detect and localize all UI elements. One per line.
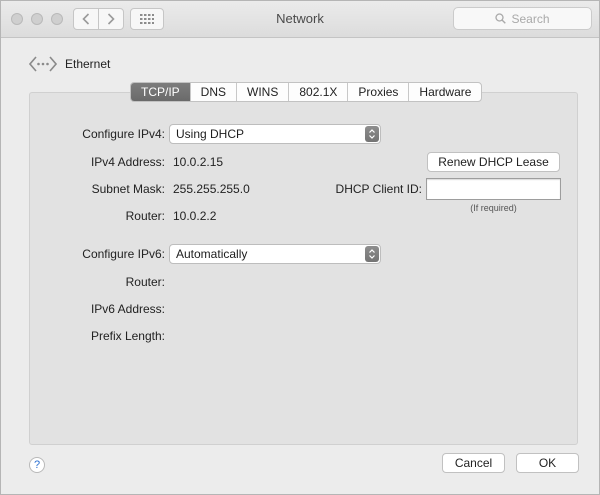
updown-arrows-icon bbox=[365, 126, 379, 142]
dhcp-client-id-field[interactable] bbox=[426, 178, 561, 200]
tab-tcpip[interactable]: TCP/IP bbox=[131, 83, 191, 101]
updown-arrows-icon bbox=[365, 246, 379, 262]
subnet-mask-label: Subnet Mask: bbox=[91, 182, 165, 196]
tab-hardware[interactable]: Hardware bbox=[409, 83, 481, 101]
tcpip-panel bbox=[29, 92, 578, 445]
tab-8021x[interactable]: 802.1X bbox=[289, 83, 349, 101]
prefix-length-label: Prefix Length: bbox=[90, 329, 165, 343]
ok-button[interactable]: OK bbox=[516, 453, 579, 473]
ipv4-address-value: 10.0.2.15 bbox=[173, 155, 224, 169]
ipv4-address-label: IPv4 Address: bbox=[90, 155, 165, 169]
configure-ipv4-label: Configure IPv4: bbox=[82, 127, 165, 141]
renew-dhcp-lease-button[interactable]: Renew DHCP Lease bbox=[427, 152, 560, 172]
help-button[interactable]: ? bbox=[29, 457, 45, 473]
ipv4-router-value: 10.0.2.2 bbox=[173, 209, 217, 223]
breadcrumb: Ethernet bbox=[29, 55, 110, 73]
configure-ipv4-popup[interactable]: Using DHCP bbox=[169, 124, 381, 144]
dhcp-client-id-label: DHCP Client ID: bbox=[335, 182, 422, 196]
configure-ipv4-value: Using DHCP bbox=[176, 127, 245, 141]
search-icon bbox=[495, 13, 507, 24]
configure-ipv6-popup[interactable]: Automatically bbox=[169, 244, 381, 264]
ipv6-address-label: IPv6 Address: bbox=[90, 302, 165, 316]
dhcp-client-id-hint: (If required) bbox=[470, 203, 517, 213]
title-bar: Network Search bbox=[1, 1, 599, 38]
tab-wins[interactable]: WINS bbox=[237, 83, 290, 101]
ipv4-router-label: Router: bbox=[125, 209, 165, 223]
tab-bar: TCP/IP DNS WINS 802.1X Proxies Hardware bbox=[130, 82, 483, 102]
search-field[interactable]: Search bbox=[453, 7, 592, 30]
tab-dns[interactable]: DNS bbox=[191, 83, 238, 101]
subnet-mask-value: 255.255.255.0 bbox=[173, 182, 250, 196]
tab-proxies[interactable]: Proxies bbox=[348, 83, 410, 101]
ipv6-router-label: Router: bbox=[125, 275, 165, 289]
network-preferences-window: Network Search Ethernet TCP/IP DNS WINS … bbox=[0, 0, 600, 495]
breadcrumb-label: Ethernet bbox=[65, 57, 111, 71]
configure-ipv6-value: Automatically bbox=[176, 247, 248, 261]
ethernet-icon bbox=[29, 56, 57, 72]
search-placeholder: Search bbox=[511, 11, 550, 26]
cancel-button[interactable]: Cancel bbox=[442, 453, 505, 473]
configure-ipv6-label: Configure IPv6: bbox=[82, 247, 165, 261]
